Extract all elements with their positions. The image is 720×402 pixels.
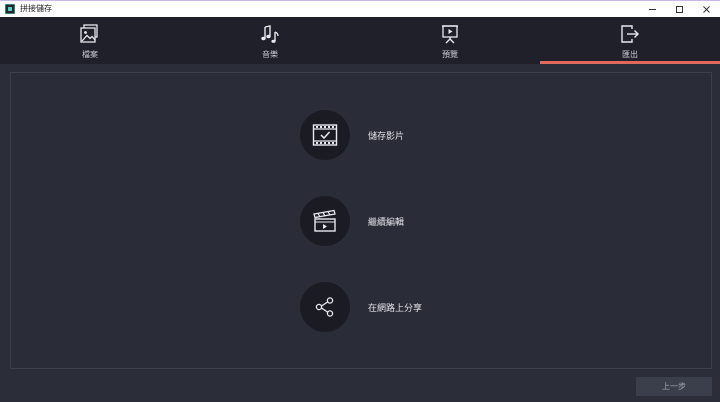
tab-files[interactable]: 檔案 — [0, 17, 180, 64]
share-online-label: 在網路上分享 — [368, 303, 423, 314]
continue-editing-option[interactable]: 繼續編輯 — [300, 196, 404, 246]
preview-icon — [442, 25, 458, 44]
app-logo-icon — [5, 4, 15, 14]
files-icon — [80, 24, 98, 43]
share-online-button[interactable] — [300, 282, 350, 332]
save-video-label: 儲存影片 — [368, 131, 405, 142]
main-toolbar: 檔案 音樂 預覽 匯出 — [0, 17, 720, 64]
close-icon — [703, 5, 710, 13]
tab-preview[interactable]: 預覽 — [360, 17, 540, 64]
export-options-panel: 儲存影片 繼續編輯 在網路上分享 — [10, 72, 712, 369]
film-check-icon — [312, 124, 338, 146]
tab-export-label: 匯出 — [622, 50, 638, 59]
close-button[interactable] — [693, 1, 720, 17]
title-bar: 拼接儲存 — [0, 0, 720, 17]
continue-editing-label: 繼續編輯 — [368, 217, 405, 228]
minimize-icon — [649, 8, 656, 10]
tab-files-label: 檔案 — [82, 50, 98, 59]
music-icon — [261, 25, 279, 43]
share-icon — [315, 297, 334, 317]
continue-editing-button[interactable] — [300, 196, 350, 246]
window-title: 拼接儲存 — [20, 4, 52, 13]
maximize-icon — [676, 5, 683, 13]
minimize-button[interactable] — [639, 1, 666, 17]
tab-music-label: 音樂 — [262, 50, 278, 59]
export-icon — [621, 25, 639, 43]
tab-preview-label: 預覽 — [442, 50, 458, 59]
back-button[interactable]: 上一步 — [636, 377, 712, 396]
share-online-option[interactable]: 在網路上分享 — [300, 282, 422, 332]
window-controls — [639, 1, 720, 17]
save-video-button[interactable] — [300, 110, 350, 160]
clapperboard-icon — [313, 209, 336, 232]
tab-export[interactable]: 匯出 — [540, 17, 720, 64]
save-video-option[interactable]: 儲存影片 — [300, 110, 404, 160]
tab-music[interactable]: 音樂 — [180, 17, 360, 64]
maximize-button[interactable] — [666, 1, 693, 17]
